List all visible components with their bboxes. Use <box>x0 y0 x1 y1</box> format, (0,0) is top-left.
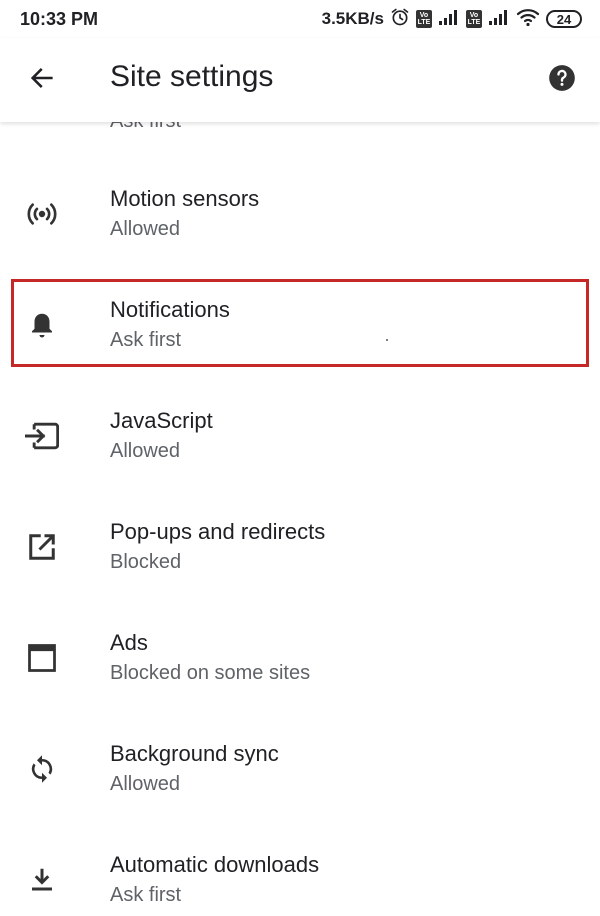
back-button[interactable] <box>22 60 62 100</box>
site-settings-list: Ask first Motion sensors Allowed Notific… <box>0 122 600 916</box>
setting-title: Notifications <box>110 297 230 322</box>
bell-icon <box>24 307 60 343</box>
setting-title: Pop-ups and redirects <box>110 519 326 544</box>
wifi-icon <box>516 7 540 32</box>
help-circle-icon <box>548 64 576 97</box>
download-icon <box>24 862 60 898</box>
open-in-new-icon <box>24 529 60 565</box>
setting-row-automatic-downloads[interactable]: Automatic downloads Ask first <box>0 834 600 916</box>
setting-row-notifications[interactable]: Notifications Ask first <box>0 279 600 375</box>
setting-row-popups-redirects[interactable]: Pop-ups and redirects Blocked <box>0 501 600 597</box>
setting-title: Background sync <box>110 741 279 766</box>
setting-status: Allowed <box>110 440 181 462</box>
signal-icon <box>438 8 460 31</box>
help-button[interactable] <box>544 62 580 98</box>
setting-row-motion-sensors[interactable]: Motion sensors Allowed <box>0 168 600 264</box>
sync-icon <box>24 751 60 787</box>
toolbar: Site settings <box>0 38 600 122</box>
clipped-previous-subtitle: Ask first <box>110 122 181 133</box>
setting-status: Ask first <box>110 329 182 351</box>
setting-status: Blocked on some sites <box>110 662 311 684</box>
motion-sensor-icon <box>24 196 60 232</box>
setting-status: Allowed <box>110 218 181 240</box>
ads-window-icon <box>24 640 60 676</box>
stray-dot <box>386 339 388 341</box>
arrow-back-icon <box>28 64 56 97</box>
setting-status: Allowed <box>110 773 181 795</box>
status-icons: 3.5KB/s Vo LTE Vo LTE 24 <box>322 8 582 30</box>
volte-badge: Vo LTE <box>416 10 432 28</box>
setting-status: Blocked <box>110 551 182 573</box>
setting-status: Ask first <box>110 884 182 906</box>
network-speed: 3.5KB/s <box>321 9 384 28</box>
alarm-icon <box>390 7 410 32</box>
setting-title: Automatic downloads <box>110 852 320 877</box>
setting-row-javascript[interactable]: JavaScript Allowed <box>0 390 600 486</box>
setting-row-background-sync[interactable]: Background sync Allowed <box>0 723 600 819</box>
setting-row-ads[interactable]: Ads Blocked on some sites <box>0 612 600 708</box>
signal-icon <box>488 8 510 31</box>
javascript-icon <box>24 418 60 454</box>
status-time: 10:33 PM <box>20 9 99 29</box>
battery-icon: 24 <box>546 10 582 28</box>
setting-title: Ads <box>110 630 148 655</box>
setting-title: JavaScript <box>110 408 213 433</box>
page-title: Site settings <box>110 60 274 93</box>
volte-badge: Vo LTE <box>466 10 482 28</box>
setting-title: Motion sensors <box>110 186 260 211</box>
status-bar: 10:33 PM 3.5KB/s Vo LTE Vo LTE 24 <box>0 0 600 38</box>
